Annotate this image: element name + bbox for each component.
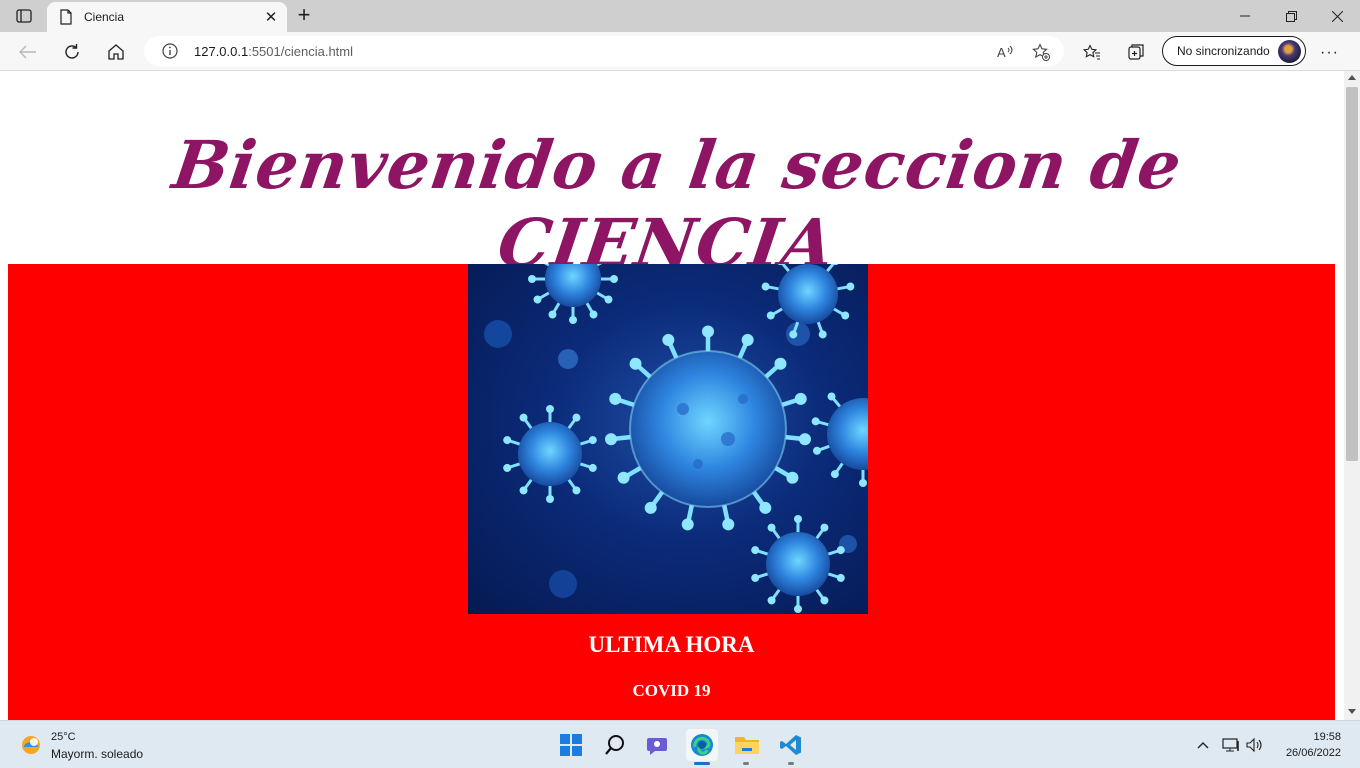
coronavirus-illustration: [484, 264, 868, 614]
avatar: [1278, 40, 1301, 63]
vscode-icon[interactable]: [775, 729, 807, 761]
volume-icon[interactable]: [1245, 735, 1265, 755]
edge-browser-icon[interactable]: [686, 729, 718, 761]
close-window-button[interactable]: [1314, 0, 1360, 32]
section-heading: ULTIMA HORA: [588, 632, 755, 657]
scroll-down-icon[interactable]: [1348, 709, 1356, 714]
profile-button[interactable]: No sincronizando: [1162, 36, 1306, 66]
url-host: 127.0.0.1: [194, 44, 249, 59]
edge-active-indicator: [694, 762, 710, 765]
tab-title: Ciencia: [84, 10, 125, 24]
clock-date[interactable]: 26/06/2022: [1277, 747, 1341, 759]
browser-tab[interactable]: Ciencia ✕: [47, 2, 287, 32]
profile-status-label: No sincronizando: [1177, 44, 1270, 58]
weather-temperature[interactable]: 25°C: [51, 731, 76, 743]
restore-button[interactable]: [1268, 0, 1314, 32]
weather-sun-icon[interactable]: [20, 734, 42, 756]
home-button[interactable]: [102, 38, 130, 66]
browser-title-bar: Ciencia ✕ +: [0, 0, 1360, 32]
explorer-running-indicator: [743, 762, 749, 765]
address-bar[interactable]: 127.0.0.1:5501/ciencia.html A: [144, 36, 1064, 66]
more-options-icon[interactable]: ···: [1320, 44, 1339, 62]
news-section: ULTIMA HORA COVID 19: [8, 264, 1335, 720]
close-tab-icon[interactable]: ✕: [263, 9, 279, 26]
weather-description[interactable]: Mayorm. soleado: [51, 747, 143, 761]
svg-text:A: A: [997, 45, 1006, 60]
chat-icon[interactable]: [642, 729, 674, 761]
clock-time[interactable]: 19:58: [1300, 731, 1341, 743]
coronavirus-image: [468, 264, 868, 614]
site-info-icon[interactable]: [162, 43, 178, 59]
tab-actions-icon[interactable]: [10, 6, 38, 26]
browser-toolbar: 127.0.0.1:5501/ciencia.html A No sincron…: [0, 32, 1360, 71]
vscode-running-indicator: [788, 762, 794, 765]
search-icon[interactable]: [599, 729, 631, 761]
page-title: Bienvenido a la seccion de CIENCIA: [168, 126, 1187, 282]
page-icon: [59, 9, 73, 25]
read-aloud-icon[interactable]: A: [996, 42, 1016, 62]
section-subheading: COVID 19: [632, 681, 711, 700]
url-path: :5501/ciencia.html: [248, 44, 353, 59]
file-explorer-icon[interactable]: [731, 729, 763, 761]
scroll-up-icon[interactable]: [1348, 75, 1356, 80]
chevron-up-icon[interactable]: [1193, 735, 1213, 755]
refresh-button[interactable]: [58, 38, 86, 66]
url-text[interactable]: 127.0.0.1:5501/ciencia.html: [194, 44, 353, 59]
favorites-icon[interactable]: [1078, 38, 1106, 66]
back-button[interactable]: [14, 38, 42, 66]
windows-taskbar: 25°C Mayorm. soleado 19:58 26/06/2022: [0, 720, 1360, 768]
minimize-button[interactable]: [1222, 0, 1268, 32]
page-scrollbar[interactable]: [1344, 71, 1360, 720]
network-icon[interactable]: [1221, 735, 1241, 755]
collections-icon[interactable]: [1122, 38, 1150, 66]
scrollbar-thumb[interactable]: [1346, 87, 1358, 461]
add-favorite-icon[interactable]: [1031, 42, 1051, 62]
new-tab-button[interactable]: +: [292, 4, 316, 28]
start-icon[interactable]: [555, 729, 587, 761]
page-viewport: Bienvenido a la seccion de CIENCIA ULTIM…: [0, 71, 1344, 720]
